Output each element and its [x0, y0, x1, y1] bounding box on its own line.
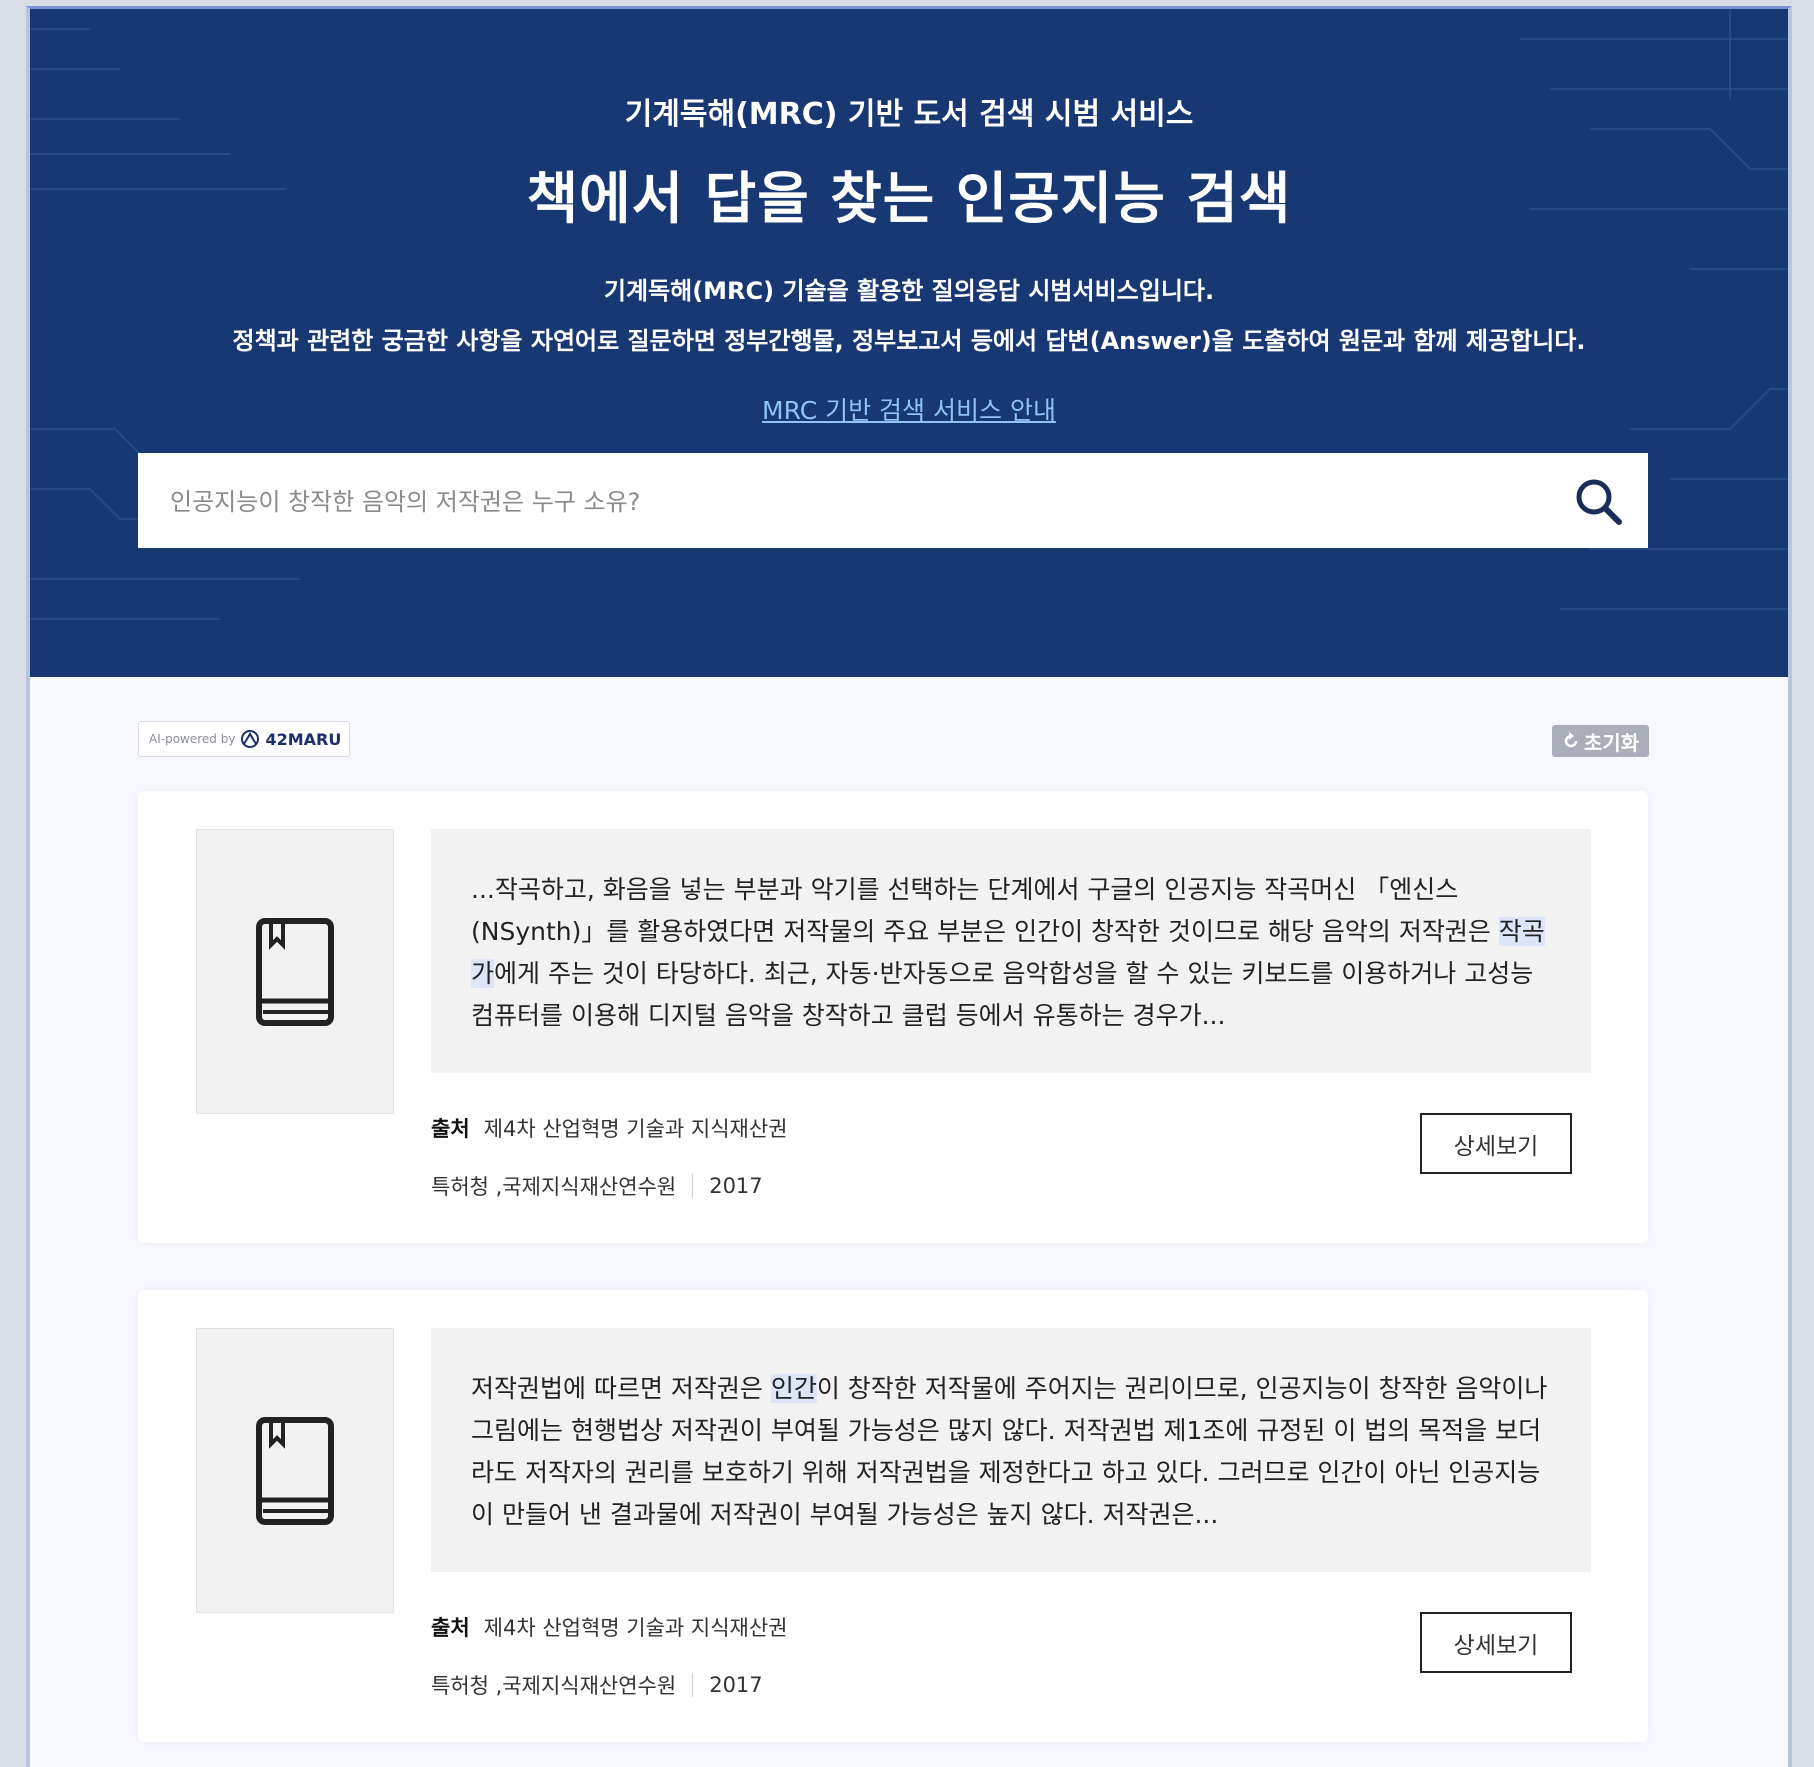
search-icon	[1576, 479, 1622, 525]
publication-year: 2017	[709, 1673, 763, 1697]
42maru-logo-icon	[241, 730, 260, 748]
book-icon	[256, 1416, 334, 1525]
book-icon	[256, 917, 334, 1026]
book-thumbnail	[196, 829, 394, 1114]
service-guide-link[interactable]: MRC 기반 검색 서비스 안내	[762, 396, 1056, 425]
search-input[interactable]	[168, 453, 1552, 550]
excerpt-text: ...작곡하고, 화음을 넣는 부분과 악기를 선택하는 단계에서 구글의 인공…	[471, 875, 1499, 946]
result-card: 저작권법에 따르면 저작권은 인간이 창작한 저작물에 주어지는 권리이므로, …	[138, 1290, 1648, 1742]
source-title: 제4차 산업혁명 기술과 지식재산권	[483, 1616, 788, 1640]
reset-button[interactable]: 초기화	[1552, 725, 1649, 757]
source-label: 출처	[431, 1117, 470, 1141]
search-bar	[138, 453, 1648, 550]
detail-button[interactable]: 상세보기	[1420, 1612, 1572, 1673]
result-card: ...작곡하고, 화음을 넣는 부분과 악기를 선택하는 단계에서 구글의 인공…	[138, 791, 1648, 1243]
publication-info: 특허청 ,국제지식재산연수원 2017	[431, 1171, 763, 1201]
source-info: 출처 제4차 산업혁명 기술과 지식재산권	[431, 1113, 788, 1143]
search-button[interactable]	[1572, 475, 1626, 529]
powered-by-prefix: AI-powered by	[149, 732, 236, 746]
publisher: 특허청 ,국제지식재산연수원	[431, 1175, 677, 1199]
powered-by-brand: 42MARU	[265, 729, 342, 749]
publication-info: 특허청 ,국제지식재산연수원 2017	[431, 1670, 763, 1700]
refresh-icon	[1564, 732, 1578, 748]
hero-banner: 기계독해(MRC) 기반 도서 검색 시범 서비스 책에서 답을 찾는 인공지능…	[30, 9, 1788, 677]
source-info: 출처 제4차 산업혁명 기술과 지식재산권	[431, 1612, 788, 1642]
publisher: 특허청 ,국제지식재산연수원	[431, 1674, 677, 1698]
answer-excerpt: 저작권법에 따르면 저작권은 인간이 창작한 저작물에 주어지는 권리이므로, …	[431, 1328, 1591, 1572]
publication-year: 2017	[709, 1174, 763, 1198]
source-title: 제4차 산업혁명 기술과 지식재산권	[483, 1117, 788, 1141]
excerpt-text: 에게 주는 것이 타당하다. 최근, 자동·반자동으로 음악합성을 할 수 있는…	[471, 959, 1534, 1030]
service-subtitle: 기계독해(MRC) 기반 도서 검색 시범 서비스	[624, 97, 1194, 132]
reset-label: 초기화	[1583, 730, 1640, 755]
answer-excerpt: ...작곡하고, 화음을 넣는 부분과 악기를 선택하는 단계에서 구글의 인공…	[431, 829, 1591, 1073]
page-frame: 기계독해(MRC) 기반 도서 검색 시범 서비스 책에서 답을 찾는 인공지능…	[26, 6, 1792, 1767]
source-label: 출처	[431, 1616, 470, 1640]
book-thumbnail	[196, 1328, 394, 1613]
page-title: 책에서 답을 찾는 인공지능 검색	[526, 167, 1292, 232]
description-line-1: 기계독해(MRC) 기술을 활용한 질의응답 시범서비스입니다.	[603, 277, 1215, 305]
answer-highlight: 인간	[770, 1374, 817, 1403]
guide-link-wrapper: MRC 기반 검색 서비스 안내	[30, 391, 1788, 427]
description-line-2: 정책과 관련한 궁금한 사항을 자연어로 질문하면 정부간행물, 정부보고서 등…	[232, 327, 1586, 355]
detail-button[interactable]: 상세보기	[1420, 1113, 1572, 1174]
excerpt-text: 저작권법에 따르면 저작권은	[471, 1374, 771, 1403]
powered-by-badge: AI-powered by 42MARU	[138, 721, 350, 757]
divider	[692, 1673, 694, 1697]
divider	[692, 1174, 694, 1198]
